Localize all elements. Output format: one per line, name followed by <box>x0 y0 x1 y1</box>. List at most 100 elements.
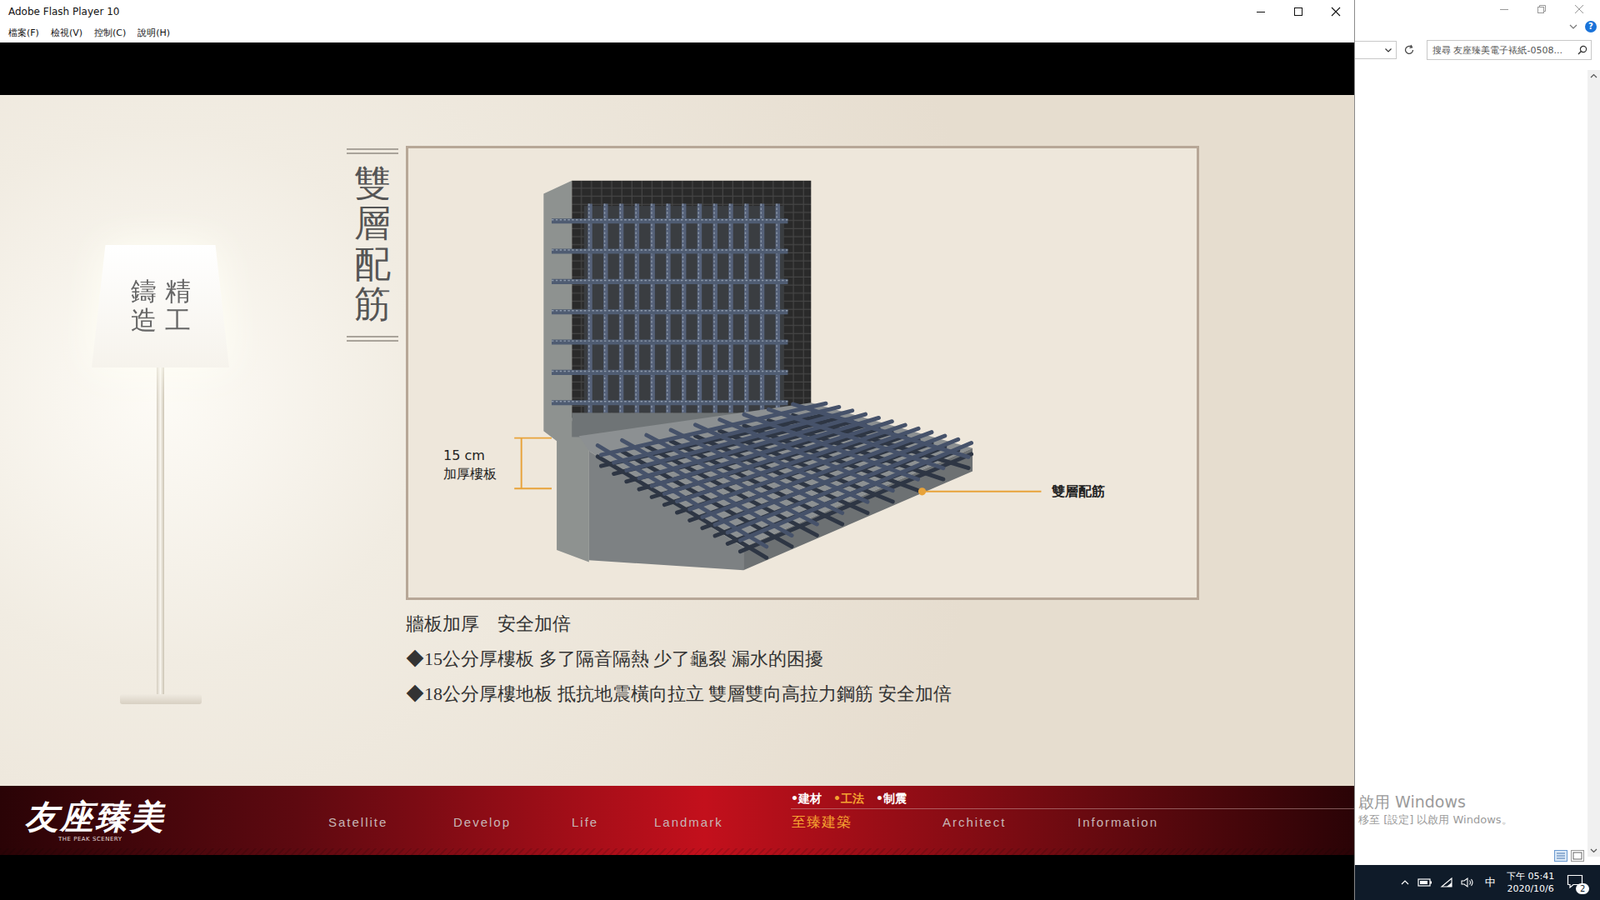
ribbon-controls: ? <box>1355 18 1600 35</box>
main-navigation: SatelliteDevelopLifeLandmark至臻建築Architec… <box>328 809 1355 835</box>
scroll-up-icon[interactable] <box>1590 72 1598 80</box>
title-rule <box>346 148 399 155</box>
description: 牆板加厚 安全加倍◆15公分厚樓板 多了隔音隔熱 少了龜裂 漏水的困擾◆18公分… <box>405 606 1200 712</box>
search-placeholder: 搜尋 友座臻美電子裱紙-0508... <box>1432 44 1575 57</box>
background-area: ? 搜尋 友座臻美電子裱紙-0508... 啟用 Windows移至 [設定] 以啟… <box>1355 0 1600 900</box>
lamp-pole <box>156 367 165 695</box>
thickness-bracket <box>514 438 552 490</box>
taskbar: 中下午 05:412020/10/6 2 <box>1355 865 1600 900</box>
notification-count: 2 <box>1575 883 1590 895</box>
subnav-item[interactable]: •制震 <box>875 791 907 807</box>
scroll-down-icon[interactable] <box>1590 846 1598 855</box>
tiles-view-icon[interactable] <box>1570 850 1585 862</box>
address-dropdown[interactable] <box>1355 40 1397 60</box>
clock-date: 2020/10/6 <box>1506 882 1554 895</box>
help-button[interactable]: ? <box>1585 20 1597 33</box>
menu-item[interactable]: 檢視(V) <box>50 26 83 40</box>
thickness-caption: 加厚樓板 <box>443 465 497 484</box>
nav-area: •建材 •工法 •制震 SatelliteDevelopLifeLandmark至臻建… <box>328 785 1355 855</box>
bg-restore-button[interactable] <box>1522 0 1560 19</box>
nav-item[interactable]: Landmark <box>654 815 792 830</box>
lamp-text-column: 鑄造 <box>130 277 157 335</box>
minimize-icon <box>1500 5 1509 14</box>
nav-item[interactable]: Satellite <box>328 815 454 830</box>
bottom-band <box>0 855 1355 900</box>
thickness-label: 15 cm加厚樓板 <box>443 446 497 484</box>
menu-bar: 檔案(F) 檢視(V) 控制(C) 說明(H) <box>0 22 1355 43</box>
lamp-base <box>120 694 202 705</box>
close-icon <box>1330 6 1341 17</box>
maximize-icon <box>1293 6 1304 17</box>
scrollbar[interactable] <box>1587 70 1600 857</box>
notification-button[interactable]: 2 <box>1566 874 1585 891</box>
nav-item[interactable]: Develop <box>453 815 572 830</box>
section-title: 雙層配筋 <box>354 164 391 326</box>
nav-item[interactable]: Life <box>571 815 655 830</box>
floor-bars <box>597 403 971 558</box>
wall-face <box>571 180 811 419</box>
logo[interactable]: 友座臻美THE PEAK SCENERY <box>0 785 329 855</box>
rebar-diagram <box>408 148 1197 598</box>
lamp-text: 精工鑄造 <box>130 277 191 335</box>
lamp-text-column: 精工 <box>165 277 191 335</box>
chevron-down-icon[interactable] <box>1568 21 1579 32</box>
restore-icon <box>1537 5 1546 14</box>
window-title: Adobe Flash Player 10 <box>8 5 1242 18</box>
minimize-icon <box>1255 6 1266 17</box>
title-rule <box>346 335 399 342</box>
lamp-glow: 精工鑄造 <box>91 245 230 368</box>
maximize-button[interactable] <box>1279 0 1317 23</box>
activation-watermark: 啟用 Windows移至 [設定] 以啟用 Windows。 <box>1358 791 1588 829</box>
close-button[interactable] <box>1316 0 1355 23</box>
subnav-item[interactable]: •建材 <box>790 791 822 807</box>
logo-tagline: THE PEAK SCENERY <box>25 835 329 843</box>
presentation-stage: 精工鑄造雙層配筋15 cm加厚樓板雙層配筋牆板加厚 安全加倍◆15公分厚樓板 多… <box>0 95 1355 786</box>
search-field[interactable]: 搜尋 友座臻美電子裱紙-0508... <box>1426 40 1592 60</box>
address-toolbar: 搜尋 友座臻美電子裱紙-0508... <box>1355 35 1600 65</box>
menu-item[interactable]: 控制(C) <box>94 26 126 40</box>
lamp-shade: 精工鑄造 <box>91 245 230 368</box>
clock-time: 下午 05:41 <box>1506 870 1555 883</box>
volume-icon[interactable] <box>1460 876 1475 889</box>
subnav-item[interactable]: •工法 <box>833 791 865 807</box>
desktop: Adobe Flash Player 10 檔案(F) 檢視(V) 控制(C) 說明(H… <box>0 0 1600 900</box>
wall-horizontal-bars <box>551 220 788 403</box>
flash-window: Adobe Flash Player 10 檔案(F) 檢視(V) 控制(C) 說明(H… <box>0 0 1355 900</box>
refresh-icon[interactable] <box>1403 44 1415 56</box>
nav-item[interactable]: Information <box>1077 815 1355 830</box>
minimize-button[interactable] <box>1241 0 1280 23</box>
top-band <box>0 42 1355 95</box>
watermark-title: 啟用 Windows <box>1358 791 1588 812</box>
input-method[interactable]: 中 <box>1485 875 1496 890</box>
details-view-icon[interactable] <box>1554 850 1568 862</box>
callout-label: 雙層配筋 <box>1051 483 1105 501</box>
battery-icon[interactable] <box>1417 876 1433 889</box>
nav-item[interactable]: Architect <box>942 815 1078 830</box>
view-switcher <box>1358 850 1588 862</box>
search-icon <box>1577 45 1588 55</box>
network-icon[interactable] <box>1440 876 1454 889</box>
description-bullet: ◆18公分厚樓地板 抵抗地震橫向拉立 雙層雙向高拉力鋼筋 安全加倍 <box>405 676 1200 712</box>
menu-item[interactable]: 檔案(F) <box>8 26 40 40</box>
callout-line <box>918 487 1042 495</box>
background-window-content: 啟用 Windows移至 [設定] 以啟用 Windows。 <box>1355 65 1600 865</box>
description-bullet: ◆15公分厚樓板 多了隔音隔熱 少了龜裂 漏水的困擾 <box>405 641 1200 677</box>
bg-minimize-button[interactable] <box>1485 0 1523 19</box>
chevron-down-icon <box>1384 45 1393 55</box>
sub-navigation: •建材 •工法 •制震 <box>790 785 1355 810</box>
thickness-value: 15 cm <box>443 446 497 465</box>
lamp: 精工鑄造 <box>0 95 230 786</box>
content-pane: 啟用 Windows移至 [設定] 以啟用 Windows。 <box>1355 65 1588 865</box>
menu-item[interactable]: 說明(H) <box>137 26 170 40</box>
title-bar: Adobe Flash Player 10 <box>0 0 1355 23</box>
nav-item[interactable]: 至臻建築 <box>791 812 943 832</box>
main-content: 15 cm加厚樓板雙層配筋牆板加厚 安全加倍◆15公分厚樓板 多了隔音隔熱 少了… <box>405 95 1200 786</box>
diagram-frame: 15 cm加厚樓板雙層配筋 <box>405 145 1200 600</box>
navigation-bar: 友座臻美THE PEAK SCENERY •建材 •工法 •制震 SatelliteDe… <box>0 785 1355 855</box>
clock[interactable]: 下午 05:412020/10/6 <box>1506 870 1555 895</box>
bg-close-button[interactable] <box>1560 0 1598 19</box>
tray-overflow-icon[interactable] <box>1400 877 1410 888</box>
watermark-subtitle: 移至 [設定] 以啟用 Windows。 <box>1358 811 1588 829</box>
description-heading: 牆板加厚 安全加倍 <box>405 606 1200 642</box>
section-title-block: 雙層配筋 <box>346 95 399 786</box>
